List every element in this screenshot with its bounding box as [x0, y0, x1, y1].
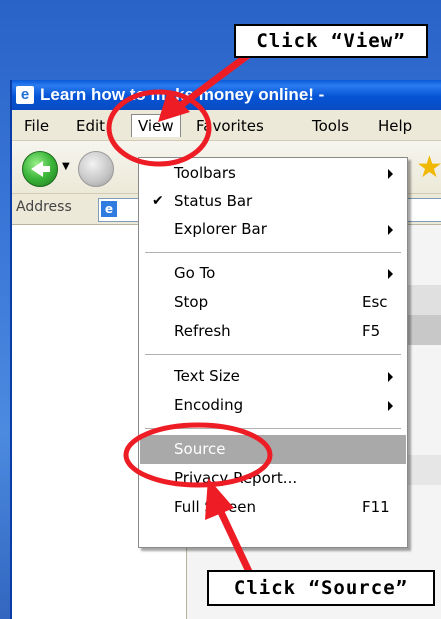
submenu-arrow-icon [388, 225, 393, 235]
window-title: Learn how to make money online! - [40, 85, 325, 104]
back-arrow-icon[interactable] [22, 151, 58, 187]
callout-click-source: Click “Source” [207, 570, 435, 606]
menu-item-label: Go To [174, 264, 216, 282]
menu-item-toolbars[interactable]: Toolbars [140, 159, 406, 188]
menu-item-label: Encoding [174, 396, 244, 414]
menu-item-status-bar[interactable]: ✔ Status Bar [140, 187, 406, 216]
menu-item-label: Refresh [174, 322, 231, 340]
menu-view[interactable]: View [131, 114, 181, 137]
menu-item-full-screen[interactable]: Full Screen F11 [140, 493, 406, 522]
address-label: Address [16, 199, 72, 215]
menu-item-explorer-bar[interactable]: Explorer Bar [140, 215, 406, 244]
menu-item-privacy-report[interactable]: Privacy Report... [140, 464, 406, 493]
menu-item-encoding[interactable]: Encoding [140, 391, 406, 420]
ie-logo-icon: e [16, 86, 34, 104]
menu-item-label: Stop [174, 293, 209, 311]
menu-item-label: Text Size [174, 367, 240, 385]
menu-item-label: Privacy Report... [174, 469, 298, 487]
menu-item-label: Full Screen [174, 498, 256, 516]
favorites-star-icon[interactable]: ★ [416, 151, 441, 185]
menu-separator [145, 428, 401, 429]
view-dropdown-menu: Toolbars ✔ Status Bar Explorer Bar Go To… [138, 157, 408, 548]
window-titlebar[interactable]: e Learn how to make money online! - [12, 80, 441, 110]
menu-edit[interactable]: Edit [70, 115, 111, 137]
menu-item-label: Status Bar [174, 192, 253, 210]
submenu-arrow-icon [388, 401, 393, 411]
submenu-arrow-icon [388, 169, 393, 179]
menu-item-shortcut: F5 [362, 322, 381, 340]
menu-file[interactable]: File [18, 115, 55, 137]
menu-item-text-size[interactable]: Text Size [140, 362, 406, 391]
page-icon: e [101, 201, 117, 217]
menu-item-shortcut: Esc [362, 293, 388, 311]
checkmark-icon: ✔ [152, 193, 164, 209]
menu-separator [145, 354, 401, 355]
menu-item-label: Explorer Bar [174, 220, 267, 238]
submenu-arrow-icon [388, 372, 393, 382]
menu-item-refresh[interactable]: Refresh F5 [140, 317, 406, 346]
menu-help[interactable]: Help [372, 115, 418, 137]
callout-click-view: Click “View” [234, 24, 428, 58]
menu-separator [145, 252, 401, 253]
forward-arrow-icon[interactable] [78, 151, 114, 187]
menu-item-stop[interactable]: Stop Esc [140, 288, 406, 317]
menu-item-label: Toolbars [174, 164, 236, 182]
menu-tools[interactable]: Tools [306, 115, 355, 137]
back-dropdown-icon[interactable]: ▼ [62, 161, 70, 172]
menu-item-shortcut: F11 [362, 498, 390, 516]
menu-bar: File Edit View Favorites Tools Help [12, 110, 441, 141]
menu-item-source[interactable]: Source [140, 435, 406, 464]
menu-item-label: Source [174, 440, 226, 458]
submenu-arrow-icon [388, 269, 393, 279]
menu-favorites[interactable]: Favorites [190, 115, 270, 137]
menu-item-go-to[interactable]: Go To [140, 259, 406, 288]
